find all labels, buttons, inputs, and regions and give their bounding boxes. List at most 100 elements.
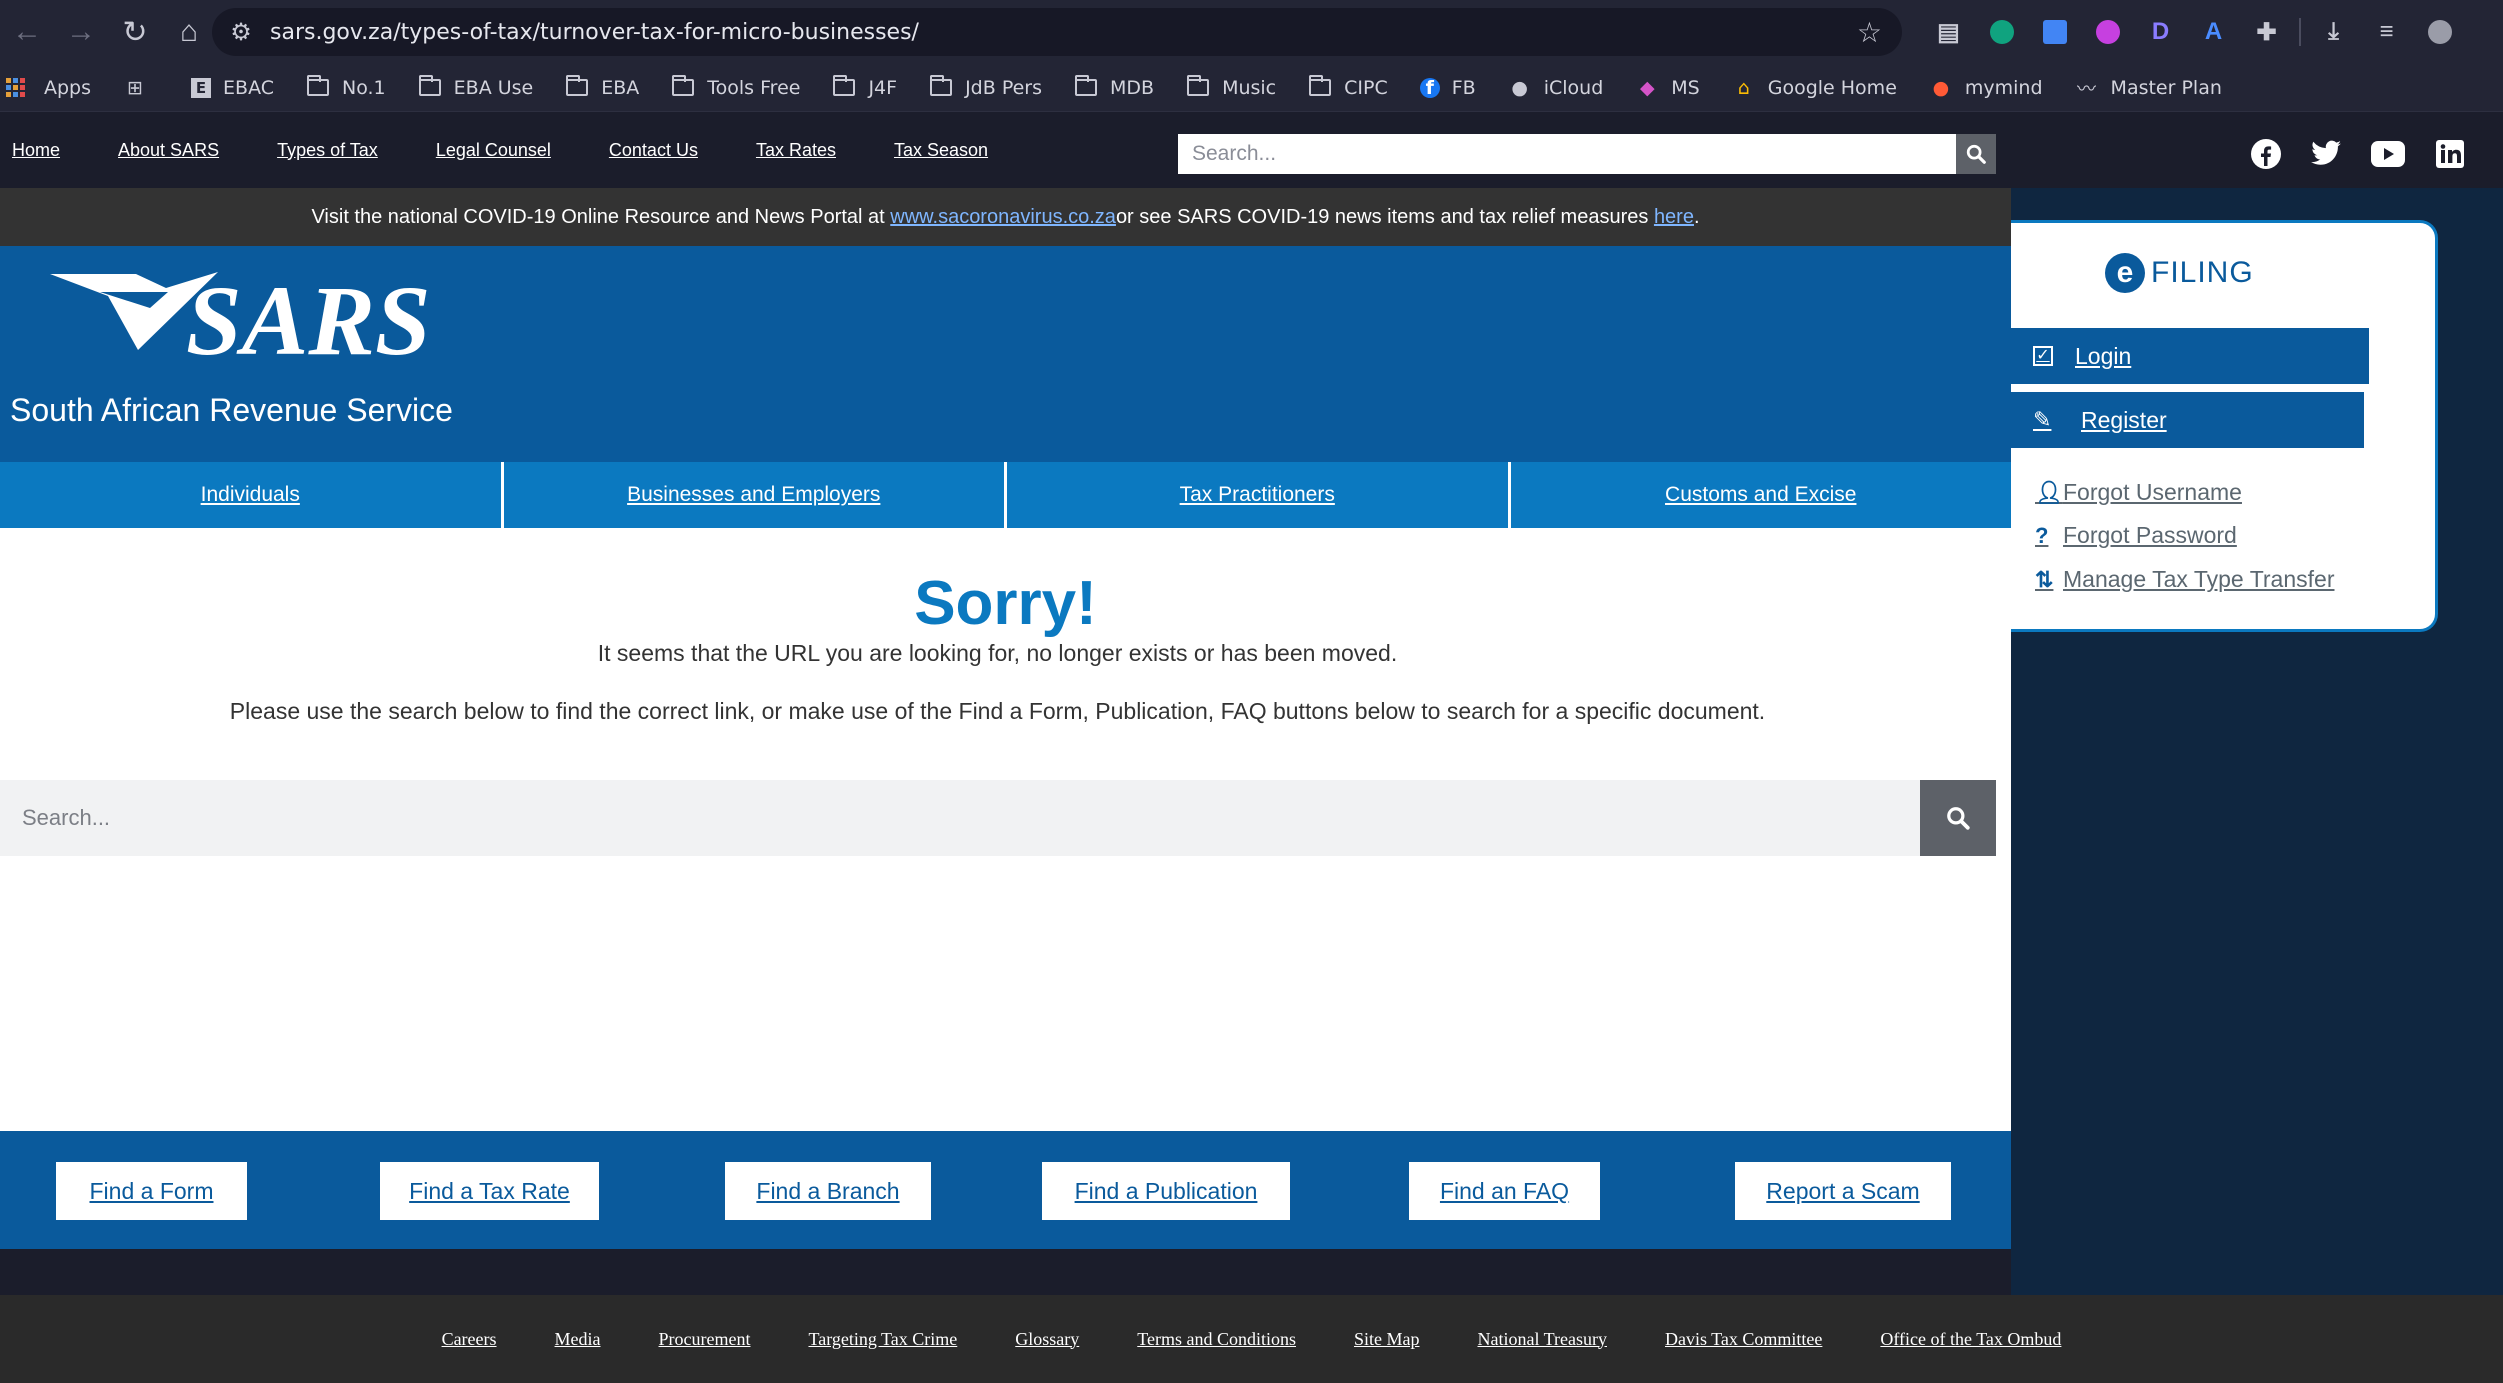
top-search-button[interactable] [1956,134,1996,174]
bookmark-label: MDB [1110,76,1155,99]
gradient-extension-icon[interactable] [2081,10,2134,54]
footer-terms-and-conditions[interactable]: Terms and Conditions [1137,1329,1296,1350]
folder-icon [832,75,856,98]
forgot-password-link[interactable]: ? Forgot Password [2035,522,2237,549]
reading-mode-icon[interactable]: ▤ [1922,10,1975,54]
find-a-form-button[interactable]: Find a Form [56,1162,247,1220]
nav-types-of-tax[interactable]: Types of Tax [277,140,378,161]
bookmark-jdb-pers[interactable]: JdB Pers [929,64,1042,112]
bookmark-tools-free[interactable]: Tools Free [671,64,800,112]
site-header: SARS [0,246,2011,462]
covid-text-middle: or see SARS COVID-19 news items and tax … [1115,205,1649,228]
login-button[interactable]: ✓ Login [2011,328,2369,384]
profile-avatar[interactable] [2413,10,2466,54]
register-button[interactable]: ✎ Register [2011,392,2364,448]
footer-media[interactable]: Media [555,1329,601,1350]
media-control-icon[interactable]: ≡ [2360,10,2413,54]
bookmark-master-plan[interactable]: 〰 Master Plan [2075,64,2222,112]
facebook-icon[interactable] [2246,134,2286,174]
bookmark-label: CIPC [1344,76,1388,99]
master-plan-icon: 〰 [2077,78,2097,100]
twitter-icon[interactable] [2306,134,2346,174]
manage-tax-type-transfer-link[interactable]: ⇅ Manage Tax Type Transfer [2035,566,2334,593]
bookmark-cipc[interactable]: CIPC [1308,64,1388,112]
bookmark-eba-use[interactable]: EBA Use [418,64,533,112]
find-a-publication-button[interactable]: Find a Publication [1042,1162,1290,1220]
transfer-icon: ⇅ [2035,566,2054,592]
bookmark-music[interactable]: Music [1186,64,1276,112]
error-search-bar[interactable]: Search... [0,780,1996,856]
footer-site-map[interactable]: Site Map [1354,1329,1420,1350]
bookmark-label: FB [1451,76,1476,99]
top-search-bar[interactable]: Search... [1178,134,1996,174]
chatgpt-extension-icon[interactable] [1975,10,2028,54]
find-a-branch-button[interactable]: Find a Branch [725,1162,931,1220]
efiling-logo: e FILING [2105,253,2254,293]
bookmark-star-icon[interactable]: ☆ [1857,16,1882,49]
nav-contact-us[interactable]: Contact Us [609,140,698,161]
bookmark-item-1[interactable]: ⊞ [123,64,159,112]
bookmark-no-1[interactable]: No.1 [306,64,386,112]
back-icon[interactable]: ← [0,0,54,64]
bookmark-ebac[interactable]: E EBAC [191,64,274,112]
report-a-scam-button[interactable]: Report a Scam [1735,1162,1951,1220]
bookmark-eba[interactable]: EBA [565,64,639,112]
footer-davis-tax-committee[interactable]: Davis Tax Committee [1665,1329,1822,1350]
bookmark-google-home[interactable]: ⌂ Google Home [1732,64,1897,112]
forward-icon[interactable]: → [54,0,108,64]
footer-careers[interactable]: Careers [442,1329,497,1350]
find-an-faq-button[interactable]: Find an FAQ [1409,1162,1600,1220]
youtube-icon[interactable] [2368,134,2408,174]
forgot-username-link[interactable]: 👤︎ Forgot Username [2035,479,2242,506]
bookmark-j4f[interactable]: J4F [832,64,897,112]
question-icon: ? [2035,522,2049,548]
nav-tax-season[interactable]: Tax Season [894,140,988,161]
covid-here-link[interactable]: here [1654,206,1694,229]
home-icon[interactable]: ⌂ [162,0,216,64]
error-search-button[interactable] [1920,780,1996,856]
category-businesses-and-employers[interactable]: Businesses and Employers [503,462,1004,528]
d-extension-icon[interactable]: D [2134,10,2187,54]
covid-text-after: . [1693,205,1700,228]
docs-extension-icon[interactable] [2028,10,2081,54]
bookmark-ms[interactable]: ◆ MS [1635,64,1700,112]
sacoronavirus-link[interactable]: www.sacoronavirus.co.za [890,206,1116,229]
bookmark-icloud[interactable]: ● iCloud [1508,64,1603,112]
address-bar[interactable]: ⚙ sars.gov.za/types-of-tax/turnover-tax-… [212,8,1902,56]
footer-glossary[interactable]: Glossary [1015,1329,1079,1350]
site-settings-icon[interactable]: ⚙ [212,18,270,47]
puzzle-extensions-icon[interactable]: ✚ [2240,10,2293,54]
nav-tax-rates[interactable]: Tax Rates [756,140,836,161]
sars-logo[interactable]: SARS [48,268,458,366]
category-individuals[interactable]: Individuals [0,462,501,528]
url-text[interactable]: sars.gov.za/types-of-tax/turnover-tax-fo… [270,20,919,45]
nav-legal-counsel[interactable]: Legal Counsel [436,140,551,161]
nav-about-sars[interactable]: About SARS [118,140,219,161]
footer-office-of-the-tax-ombud[interactable]: Office of the Tax Ombud [1880,1329,2061,1350]
search-icon [1947,807,1970,830]
reload-icon[interactable]: ↻ [108,0,162,64]
footer-national-treasury[interactable]: National Treasury [1478,1329,1608,1350]
footer-procurement[interactable]: Procurement [659,1329,751,1350]
error-title: Sorry! [914,569,1097,638]
bookmark-mymind[interactable]: ● mymind [1929,64,2043,112]
category-customs-and-excise[interactable]: Customs and Excise [1510,462,2011,528]
efiling-logo-text: FILING [2151,256,2254,289]
error-search-input[interactable]: Search... [0,780,1920,856]
folder-icon [1074,75,1098,98]
category-tax-practitioners[interactable]: Tax Practitioners [1007,462,1508,528]
bookmark-mdb[interactable]: MDB [1074,64,1154,112]
register-label: Register [2081,406,2167,433]
top-search-input[interactable]: Search... [1178,134,1956,174]
footer-targeting-tax-crime[interactable]: Targeting Tax Crime [808,1329,957,1350]
linkedin-icon[interactable] [2430,134,2470,174]
bookmark-apps[interactable]: Apps [5,64,92,112]
find-a-tax-rate-button[interactable]: Find a Tax Rate [380,1162,599,1220]
download-icon[interactable]: ⤓ [2307,10,2360,54]
ai-extension-icon[interactable]: A [2187,10,2240,54]
bookmark-label: Apps [44,76,92,99]
nav-home[interactable]: Home [12,140,60,161]
bookmark-label: Google Home [1767,76,1897,99]
bookmark-fb[interactable]: f FB [1419,64,1476,112]
main-content: Sorry! It seems that the URL you are loo… [0,528,2011,1131]
